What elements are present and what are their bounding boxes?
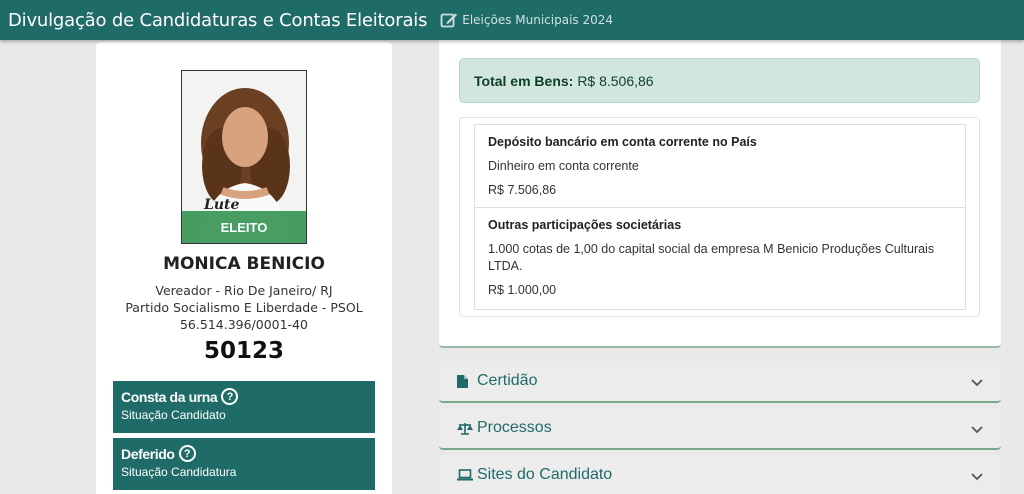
laptop-icon — [457, 469, 475, 481]
help-icon[interactable]: ? — [221, 388, 239, 405]
asset-value: R$ 1.000,00 — [488, 283, 557, 297]
asset-description: Dinheiro em conta corrente — [488, 159, 639, 173]
asset-title: Depósito bancário em conta corrente no P… — [488, 135, 757, 149]
app-title: Divulgação de Candidaturas e Contas Elei… — [8, 9, 428, 31]
elected-badge: ELEITO — [182, 211, 306, 243]
chevron-down-icon — [971, 468, 983, 486]
section-label: Processos — [477, 419, 552, 436]
assets-list: Depósito bancário em conta corrente no P… — [474, 124, 966, 310]
total-assets-box: Total em Bens: R$ 8.506,86 — [459, 58, 980, 103]
status-subtitle: Situação Candidato — [121, 408, 226, 422]
help-icon[interactable]: ? — [178, 445, 196, 462]
status-box-candidate: Consta da urna ? Situação Candidato — [113, 381, 375, 433]
asset-description: 1.000 cotas de 1,00 do capital social da… — [488, 242, 935, 273]
candidate-cnpj: 56.514.396/0001-40 — [179, 317, 308, 332]
candidate-name: MONICA BENICIO — [163, 254, 325, 274]
status-box-candidacy: Deferido ? Situação Candidatura — [113, 438, 375, 490]
assets-panel: Total em Bens: R$ 8.506,86 Depósito banc… — [439, 36, 1001, 348]
chevron-down-icon — [971, 421, 983, 439]
edit-icon[interactable] — [439, 10, 459, 30]
chevron-down-icon — [971, 374, 983, 392]
asset-item: Outras participações societárias 1.000 c… — [475, 207, 965, 307]
asset-item: Depósito bancário em conta corrente no P… — [475, 125, 965, 207]
section-label: Certidão — [477, 372, 538, 389]
status-title: Consta da urna — [121, 388, 218, 405]
candidate-photo: Lute ELEITO — [181, 70, 307, 244]
asset-title: Outras participações societárias — [488, 218, 682, 232]
status-subtitle: Situação Candidatura — [121, 465, 237, 479]
candidate-number: 50123 — [203, 338, 285, 364]
asset-value: R$ 7.506,86 — [488, 183, 557, 197]
section-sites[interactable]: Sites do Candidato — [439, 455, 1001, 494]
scale-icon — [457, 422, 475, 435]
candidate-party: Partido Socialismo E Liberdade - PSOL — [125, 300, 363, 315]
total-assets-label: Total em Bens: — [474, 72, 574, 89]
assets-list-container: Depósito bancário em conta corrente no P… — [459, 117, 980, 317]
candidate-office: Vereador - Rio De Janeiro/ RJ — [155, 283, 333, 298]
section-label: Sites do Candidato — [477, 466, 613, 483]
section-certidao[interactable]: Certidão — [439, 361, 1001, 403]
total-assets-value: R$ 8.506,86 — [577, 72, 654, 89]
status-title: Deferido — [121, 445, 175, 462]
section-processos[interactable]: Processos — [439, 408, 1001, 450]
candidate-card: Lute ELEITO MONICA BENICIO Vereador - Ri… — [96, 42, 392, 494]
file-icon — [457, 374, 475, 388]
top-bar: Divulgação de Candidaturas e Contas Elei… — [0, 0, 1024, 40]
election-subtitle[interactable]: Eleições Municipais 2024 — [462, 13, 613, 27]
